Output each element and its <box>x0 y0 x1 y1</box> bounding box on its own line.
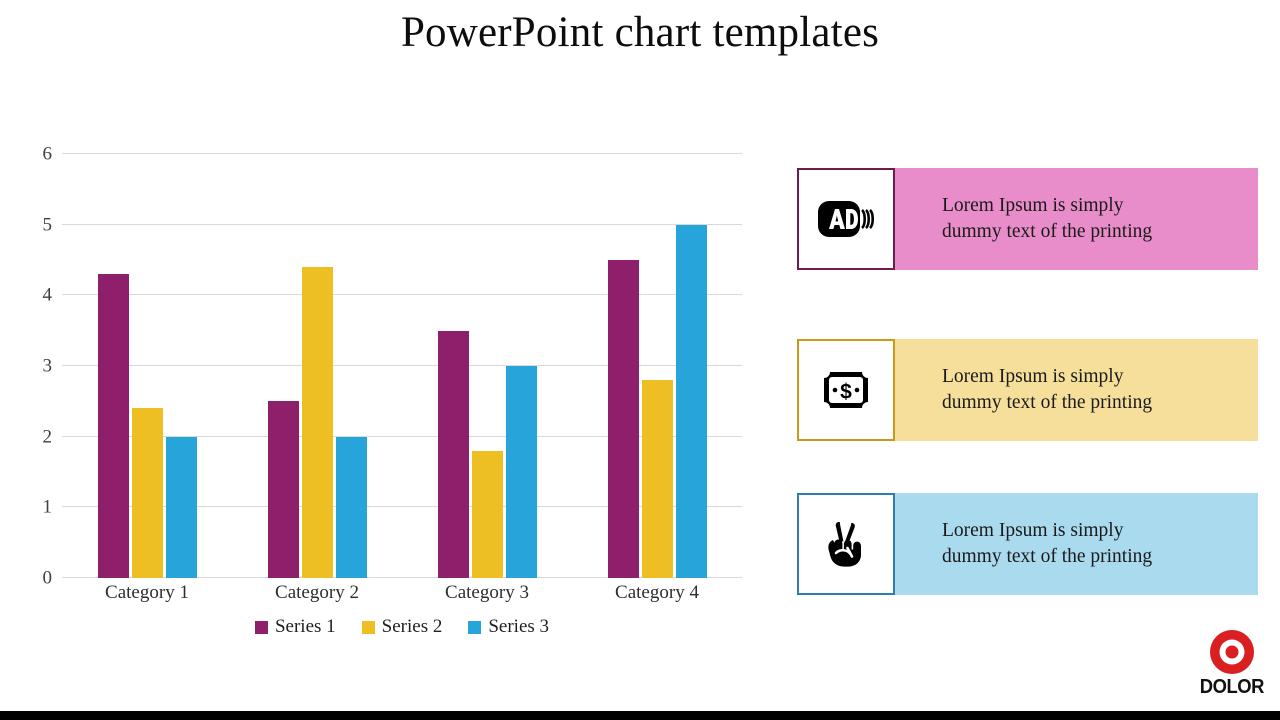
legend-item[interactable]: Series 2 <box>361 616 443 638</box>
chart-plot-area <box>62 153 742 578</box>
logo-wordmark: DOLOR <box>1199 676 1265 698</box>
legend-swatch <box>361 620 375 634</box>
info-card[interactable]: $ Lorem Ipsum is simply dummy text of th… <box>797 339 1258 441</box>
bar-chart: 0123456 Category 1 Category 2 Category 3 Ca… <box>0 130 760 637</box>
x-tick-label: Category 4 <box>615 582 699 603</box>
brand-logo: DOLOR <box>1196 629 1268 703</box>
peace-hand-icon-box <box>797 493 895 595</box>
chart-legend: Series 1 Series 2 Series 3 <box>62 616 742 638</box>
bar <box>301 267 333 578</box>
svg-text:$: $ <box>840 381 852 404</box>
legend-swatch <box>468 620 482 634</box>
y-tick-label: 2 <box>42 426 53 448</box>
x-tick-label: Category 1 <box>105 582 189 603</box>
card-body: Lorem Ipsum is simply dummy text of the … <box>895 493 1258 595</box>
gridline <box>62 506 742 508</box>
legend-item[interactable]: Series 1 <box>254 616 336 638</box>
page-title: PowerPoint chart templates <box>400 9 880 56</box>
card-text: Lorem Ipsum is simply dummy text of the … <box>942 195 1153 242</box>
legend-label: Series 1 <box>274 616 336 637</box>
y-axis-tick-labels: 0 1 2 3 4 5 6 <box>0 145 53 588</box>
bar <box>437 330 469 578</box>
y-tick-label: 1 <box>42 496 53 518</box>
info-card[interactable]: Lorem Ipsum is simply dummy text of the … <box>797 168 1258 270</box>
bar <box>131 408 163 578</box>
y-tick-label: 6 <box>42 143 53 165</box>
legend-label: Series 3 <box>488 616 550 637</box>
info-card[interactable]: Lorem Ipsum is simply dummy text of the … <box>797 493 1258 595</box>
peace-hand-icon <box>828 521 861 567</box>
bar <box>335 436 367 578</box>
y-tick-label: 3 <box>42 355 53 377</box>
y-tick-label: 4 <box>42 284 53 306</box>
card-body: Lorem Ipsum is simply dummy text of the … <box>895 339 1258 441</box>
x-axis-tick-labels: Category 1 Category 2 Category 3 Category 4 <box>62 582 742 608</box>
bar <box>165 436 197 578</box>
audio-description-icon <box>818 201 874 237</box>
audio-description-icon-box <box>797 168 895 270</box>
bar <box>505 366 537 578</box>
gridline <box>62 294 742 296</box>
bar <box>675 224 707 578</box>
y-tick-label: 5 <box>42 214 53 236</box>
gridline <box>62 365 742 366</box>
y-tick-label: 0 <box>42 567 53 589</box>
money-banknote-icon: $ <box>824 372 868 408</box>
card-text: Lorem Ipsum is simply dummy text of the … <box>942 366 1153 413</box>
bar <box>97 274 129 578</box>
bullseye-target-icon <box>1210 630 1254 674</box>
bar <box>267 401 299 578</box>
bar <box>641 380 673 578</box>
gridline <box>62 223 742 225</box>
gridline <box>62 153 742 154</box>
card-text: Lorem Ipsum is simply dummy text of the … <box>942 520 1153 567</box>
legend-swatch <box>254 620 268 634</box>
x-tick-label: Category 3 <box>445 582 529 603</box>
gridline <box>62 577 742 578</box>
money-banknote-icon-box: $ <box>797 339 895 441</box>
gridline <box>62 435 742 437</box>
x-tick-label: Category 2 <box>275 582 359 603</box>
card-body: Lorem Ipsum is simply dummy text of the … <box>895 168 1258 270</box>
bar <box>607 260 639 578</box>
bottom-accent-bar <box>0 711 1280 720</box>
bar <box>471 450 503 578</box>
legend-item[interactable]: Series 3 <box>468 616 549 638</box>
legend-label: Series 2 <box>381 616 443 637</box>
